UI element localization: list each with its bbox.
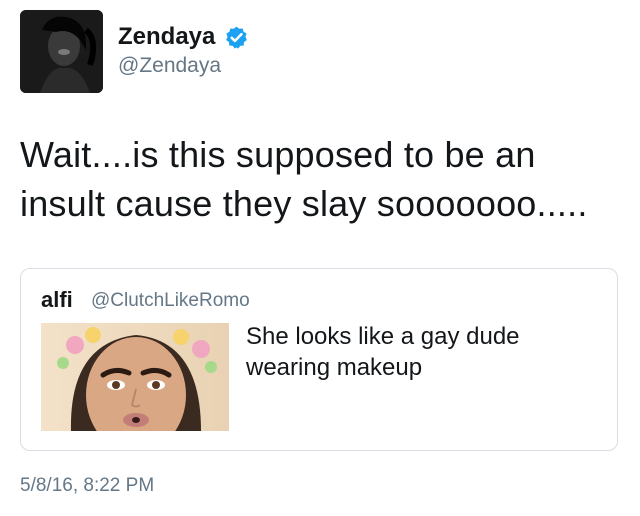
user-handle[interactable]: @Zendaya <box>118 53 221 79</box>
verified-badge-icon <box>224 25 249 50</box>
tweet-text: Wait....is this supposed to be an insult… <box>20 134 588 224</box>
quoted-tweet-text: She looks like a gay dude wearing makeup <box>246 323 520 381</box>
tweet-timestamp[interactable]: 5/8/16, 8:22 PM <box>20 473 154 499</box>
quoted-display-name: alfi <box>41 287 73 312</box>
quoted-tweet-card[interactable]: alfi @ClutchLikeRomo She looks like a ga… <box>20 268 618 451</box>
avatar[interactable] <box>20 10 103 93</box>
avatar-image <box>20 10 103 93</box>
quoted-user-handle: @ClutchLikeRomo <box>91 290 250 311</box>
quoted-tweet-image[interactable] <box>41 323 229 431</box>
display-name[interactable]: Zendaya <box>118 22 215 52</box>
